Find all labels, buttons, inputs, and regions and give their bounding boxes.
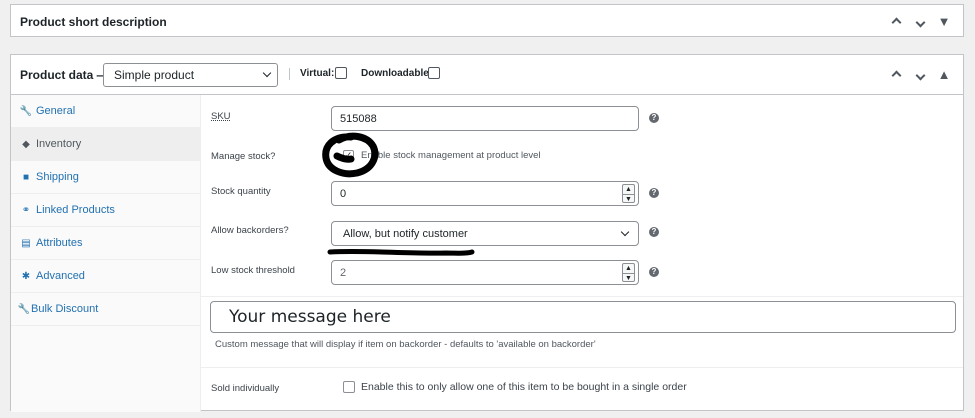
chevron-down-icon [620, 227, 630, 237]
sku-value: 515088 [340, 112, 377, 125]
tab-inventory[interactable]: ◆ Inventory [11, 128, 200, 161]
tag-icon: ◆ [22, 138, 30, 150]
tab-shipping[interactable]: ■ Shipping [11, 161, 200, 194]
product-data-header: Product data — Simple product Virtual: D… [11, 55, 963, 95]
help-icon: ? [649, 188, 659, 198]
short-description-header[interactable]: Product short description ▼ [11, 5, 963, 38]
short-description-controls: ▼ [885, 5, 955, 38]
tab-linked-products[interactable]: ⚭ Linked Products [11, 194, 200, 227]
backorder-message-description: Custom message that will display if item… [215, 339, 596, 350]
sku-label: SKU [211, 111, 231, 122]
low-stock-label: Low stock threshold [211, 265, 295, 276]
quantity-stepper[interactable]: ▲ ▼ [622, 184, 635, 203]
backorder-message-input[interactable]: Your message here [210, 301, 956, 333]
backorders-select[interactable]: Allow, but notify customer [331, 221, 639, 246]
sku-input[interactable]: 515088 [331, 106, 639, 131]
stock-quantity-value: 0 [340, 187, 347, 200]
sold-individually-checkbox[interactable] [343, 381, 355, 393]
tab-label: Inventory [36, 138, 82, 150]
wrench-icon: 🔧 [19, 105, 33, 117]
virtual-checkbox[interactable] [335, 67, 347, 79]
annotation-circle [322, 132, 379, 178]
arrow-up-icon[interactable]: ▲ [623, 185, 634, 194]
help-icon: ? [649, 227, 659, 237]
short-description-title: Product short description [20, 14, 167, 29]
sold-individually-label: Sold individually [211, 383, 280, 394]
tab-label: Advanced [36, 270, 85, 282]
inventory-panel: SKU 515088 ? Manage stock? ✓ Enable stoc… [201, 95, 963, 412]
manage-stock-label: Manage stock? [211, 151, 276, 162]
tab-label: General [36, 105, 76, 117]
short-description-box: Product short description ▼ [10, 4, 964, 37]
product-data-box: Product data — Simple product Virtual: D… [10, 54, 964, 412]
help-icon: ? [649, 267, 659, 277]
backorders-value: Allow, but notify customer [343, 227, 468, 240]
list-icon: ▤ [21, 237, 31, 249]
arrow-up-icon[interactable]: ▲ [623, 264, 634, 273]
tab-advanced[interactable]: ✱ Advanced [11, 260, 200, 293]
arrow-down-icon[interactable]: ▼ [623, 273, 634, 282]
product-type-value: Simple product [114, 68, 195, 82]
product-data-tabs: 🔧 General ◆ Inventory ■ Shipping ⚭ Linke… [11, 95, 201, 412]
tab-general[interactable]: 🔧 General [11, 95, 200, 128]
tab-label: Shipping [36, 171, 79, 183]
section-divider [201, 367, 963, 368]
downloadable-checkbox[interactable] [428, 67, 440, 79]
downloadable-label: Downloadable: [361, 68, 433, 79]
arrow-down-icon[interactable]: ▼ [623, 194, 634, 203]
truck-icon: ■ [22, 171, 30, 183]
annotation-underline [327, 248, 475, 256]
tab-bulk-discount[interactable]: 🔧 Bulk Discount [11, 293, 200, 326]
product-data-title: Product data — [20, 67, 109, 82]
low-stock-placeholder: 2 [340, 266, 347, 279]
backorder-message-value: Your message here [229, 307, 391, 327]
tab-attributes[interactable]: ▤ Attributes [11, 227, 200, 260]
link-icon: ⚭ [21, 204, 31, 216]
stock-quantity-input[interactable]: 0 ▲ ▼ [331, 181, 639, 206]
tab-label: Bulk Discount [31, 303, 99, 315]
tab-label: Linked Products [36, 204, 115, 216]
quantity-stepper[interactable]: ▲ ▼ [622, 263, 635, 282]
low-stock-input[interactable]: 2 ▲ ▼ [331, 260, 639, 285]
move-down-icon[interactable] [909, 67, 931, 82]
backorders-label: Allow backorders? [211, 225, 289, 236]
toggle-panel-icon[interactable]: ▼ [933, 14, 955, 29]
wrench-icon: 🔧 [17, 303, 31, 315]
product-type-select[interactable]: Simple product [103, 63, 278, 87]
tab-label: Attributes [36, 237, 83, 249]
product-data-controls: ▲ [885, 55, 955, 94]
help-icon: ? [649, 113, 659, 123]
header-divider [289, 68, 290, 80]
manage-stock-description: Enable stock management at product level [361, 150, 541, 161]
section-divider [201, 296, 963, 297]
chevron-down-icon [262, 68, 272, 78]
move-down-icon[interactable] [909, 14, 931, 29]
move-up-icon[interactable] [885, 67, 907, 82]
toggle-panel-icon[interactable]: ▲ [933, 67, 955, 82]
stock-quantity-label: Stock quantity [211, 186, 271, 197]
virtual-label: Virtual: [300, 68, 335, 79]
sold-individually-description: Enable this to only allow one of this it… [361, 381, 687, 393]
gear-icon: ✱ [21, 270, 31, 282]
move-up-icon[interactable] [885, 14, 907, 29]
